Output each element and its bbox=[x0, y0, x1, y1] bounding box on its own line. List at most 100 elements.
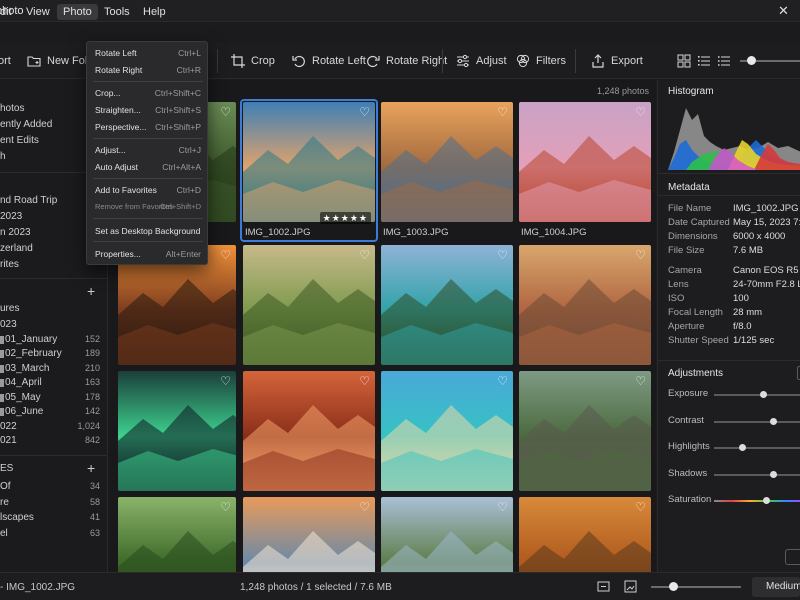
photo-menu-item[interactable]: Rotate Right Ctrl+R bbox=[87, 63, 209, 78]
fit-screen-icon[interactable] bbox=[597, 580, 610, 593]
adjustment-slider-track[interactable] bbox=[714, 420, 800, 423]
sidebar-folder-item[interactable]: 02_February 189 bbox=[0, 348, 107, 362]
favorite-heart-icon[interactable]: ♡ bbox=[220, 249, 231, 261]
favorite-heart-icon[interactable]: ♡ bbox=[359, 375, 370, 387]
metadata-key: ISO bbox=[668, 293, 685, 304]
crop-button[interactable]: Crop bbox=[231, 51, 275, 71]
add-folder-icon[interactable]: + bbox=[87, 283, 95, 299]
sidebar-folder-item[interactable]: 023 bbox=[0, 319, 107, 333]
menu-view[interactable]: View bbox=[20, 4, 56, 20]
menu-help[interactable]: Help bbox=[137, 4, 172, 20]
rotate-right-button[interactable]: Rotate Right bbox=[366, 51, 447, 71]
favorite-heart-icon[interactable]: ♡ bbox=[220, 501, 231, 513]
menu-photo[interactable]: Photo bbox=[57, 4, 98, 20]
favorite-heart-icon[interactable]: ♡ bbox=[359, 249, 370, 261]
photo-tile[interactable]: ♡ bbox=[381, 497, 513, 572]
photo-menu-item[interactable]: Remove from Favorites Ctrl+Shift+D bbox=[87, 200, 209, 215]
favorite-heart-icon[interactable]: ♡ bbox=[635, 249, 646, 261]
photo-menu-item[interactable]: Rotate Left Ctrl+L bbox=[87, 46, 209, 61]
favorite-heart-icon[interactable]: ♡ bbox=[359, 501, 370, 513]
favorite-heart-icon[interactable]: ♡ bbox=[497, 106, 508, 118]
adjustment-slider-handle[interactable] bbox=[760, 391, 767, 398]
thumbnail-size-handle[interactable] bbox=[747, 56, 756, 65]
favorite-heart-icon[interactable]: ♡ bbox=[497, 375, 508, 387]
photo-tile[interactable]: ♡ IMG_1003.JPG bbox=[381, 102, 513, 238]
sidebar-section-pictures[interactable]: ures bbox=[0, 303, 107, 317]
sidebar-folder-item[interactable]: 022 1,024 bbox=[0, 421, 107, 435]
window-close-icon[interactable]: ✕ bbox=[778, 3, 789, 19]
adjustment-slider-handle[interactable] bbox=[769, 470, 777, 478]
photo-tile[interactable]: ♡ bbox=[519, 497, 651, 572]
grid-view-icon[interactable] bbox=[677, 54, 691, 68]
sidebar-tag-item[interactable]: Of 34 bbox=[0, 481, 107, 495]
favorite-heart-icon[interactable]: ♡ bbox=[635, 375, 646, 387]
favorite-heart-icon[interactable]: ♡ bbox=[497, 249, 508, 261]
photo-menu-item[interactable]: Perspective... Ctrl+Shift+P bbox=[87, 120, 209, 135]
export-button[interactable]: Export bbox=[591, 51, 643, 71]
favorite-heart-icon[interactable]: ♡ bbox=[635, 106, 646, 118]
filters-button[interactable]: Filters bbox=[516, 51, 566, 71]
zoom-slider-track[interactable] bbox=[651, 586, 741, 588]
adjustment-slider-track[interactable] bbox=[714, 500, 800, 502]
photo-menu-item[interactable]: Auto Adjust Ctrl+Alt+A bbox=[87, 160, 209, 175]
photo-tile[interactable]: ♡IMG_1011.JPG bbox=[381, 371, 513, 507]
sidebar-tag-item[interactable]: re 58 bbox=[0, 497, 107, 511]
star-rating[interactable]: ★★★★★ bbox=[319, 212, 371, 224]
favorite-heart-icon[interactable]: ♡ bbox=[220, 106, 231, 118]
photo-tile[interactable]: ♡IMG_1010.JPG bbox=[243, 371, 375, 507]
sidebar-folder-item[interactable]: 021 842 bbox=[0, 435, 107, 449]
photo-tile[interactable]: ♡ IMG_1004.JPG bbox=[519, 102, 651, 238]
photo-menu-item[interactable]: Straighten... Ctrl+Shift+S bbox=[87, 103, 209, 118]
photo-tile[interactable]: ♡IMG_1008.JPG bbox=[519, 245, 651, 381]
thumbnail-size-select[interactable]: Medium bbox=[752, 577, 800, 597]
favorite-heart-icon[interactable]: ♡ bbox=[635, 501, 646, 513]
metadata-value: 24-70mm F2.8 L IS bbox=[733, 279, 800, 290]
add-tag-icon[interactable]: + bbox=[87, 460, 95, 476]
photo-tile[interactable]: ♡ bbox=[243, 497, 375, 572]
favorite-heart-icon[interactable]: ♡ bbox=[359, 106, 370, 118]
sidebar-tag-item[interactable]: lscapes 41 bbox=[0, 512, 107, 526]
adjustment-slider-handle[interactable] bbox=[762, 497, 770, 504]
favorite-heart-icon[interactable]: ♡ bbox=[497, 501, 508, 513]
adjustment-slider-track[interactable] bbox=[714, 473, 800, 476]
sidebar-folder-item[interactable]: 03_March 210 bbox=[0, 363, 107, 377]
photo-menu-item[interactable]: Properties... Alt+Enter bbox=[87, 247, 209, 262]
sidebar-folder-item[interactable]: 01_January 152 bbox=[0, 333, 107, 348]
menu-tools[interactable]: Tools bbox=[98, 4, 136, 20]
rotate-left-button[interactable]: Rotate Left bbox=[292, 51, 366, 71]
sidebar-folder-item[interactable]: 05_May 178 bbox=[0, 392, 107, 406]
photo-menu-item[interactable]: Adjust... Ctrl+J bbox=[87, 143, 209, 158]
photo-image bbox=[519, 245, 651, 365]
adjustment-slider-handle[interactable] bbox=[739, 444, 747, 451]
panel-action-button[interactable] bbox=[785, 549, 800, 565]
sidebar-folder-item[interactable]: 04_April 163 bbox=[0, 377, 107, 391]
menu-separator bbox=[93, 241, 203, 242]
photo-tile[interactable]: ♡IMG_1009.JPG bbox=[118, 371, 236, 507]
detail-view-icon[interactable] bbox=[717, 54, 731, 68]
metadata-key: Dimensions bbox=[668, 231, 718, 242]
adjustment-slider-handle[interactable] bbox=[769, 417, 777, 425]
adjust-button[interactable]: Adjust bbox=[456, 51, 507, 71]
photo-image bbox=[519, 371, 651, 491]
zoom-slider-handle[interactable] bbox=[669, 582, 678, 591]
zoom-fit-icon[interactable] bbox=[624, 580, 637, 593]
folder-count: 152 bbox=[84, 333, 100, 344]
menu-edit[interactable]: dit bbox=[0, 4, 18, 20]
photo-menu-item[interactable]: Add to Favorites Ctrl+D bbox=[87, 183, 209, 198]
sidebar-tag-item[interactable]: el 63 bbox=[0, 528, 107, 542]
adjustment-slider-track[interactable] bbox=[714, 394, 800, 396]
photo-tile[interactable]: ♡IMG_1007.JPG bbox=[381, 245, 513, 381]
list-view-icon[interactable] bbox=[697, 54, 711, 68]
photo-tile[interactable]: ♡ ★★★★★ IMG_1002.JPG bbox=[240, 99, 378, 242]
import-button[interactable]: ort bbox=[0, 51, 11, 71]
favorite-heart-icon[interactable]: ♡ bbox=[220, 375, 231, 387]
photo-menu-item[interactable]: Crop... Ctrl+Shift+C bbox=[87, 86, 209, 101]
new-folder-icon bbox=[27, 56, 41, 67]
sidebar-divider bbox=[0, 278, 107, 279]
sidebar-folder-item[interactable]: 06_June 142 bbox=[0, 406, 107, 420]
photo-tile[interactable]: ♡IMG_1012.JPG bbox=[519, 371, 651, 507]
photo-tile[interactable]: ♡ bbox=[118, 497, 236, 572]
photo-menu-item[interactable]: Set as Desktop Background bbox=[87, 224, 209, 239]
adjustment-slider-track[interactable] bbox=[714, 447, 800, 449]
photo-tile[interactable]: ♡IMG_1006.JPG bbox=[243, 245, 375, 381]
